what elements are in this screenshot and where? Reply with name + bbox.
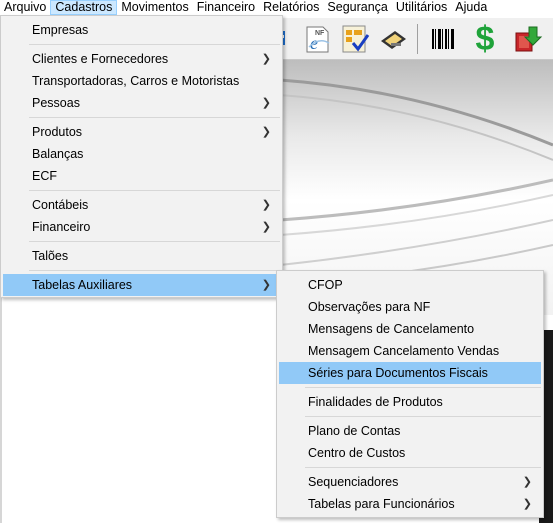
submenu-item-observacoes-nf[interactable]: Observações para NF: [279, 296, 541, 318]
dollar-icon[interactable]: $: [468, 22, 502, 56]
menu-separator: [305, 387, 541, 388]
menubar: Arquivo Cadastros Movimentos Financeiro …: [0, 0, 553, 15]
chevron-right-icon: ❯: [261, 53, 271, 65]
menu-separator: [29, 241, 280, 242]
menu-relatorios[interactable]: Relatórios: [259, 0, 323, 15]
submenu-item-sequenciadores[interactable]: Sequenciadores ❯: [279, 471, 541, 493]
submenu-item-tabelas-funcionarios[interactable]: Tabelas para Funcionários ❯: [279, 493, 541, 515]
menu-separator: [29, 190, 280, 191]
chevron-right-icon: ❯: [261, 279, 271, 291]
menu-item-contabeis[interactable]: Contábeis ❯: [3, 194, 280, 216]
submenu-item-series-documentos-fiscais[interactable]: Séries para Documentos Fiscais: [279, 362, 541, 384]
menu-item-empresas[interactable]: Empresas: [3, 19, 280, 41]
chevron-right-icon: ❯: [522, 498, 532, 510]
exit-icon[interactable]: [510, 22, 544, 56]
checklist-icon[interactable]: [338, 22, 372, 56]
menu-item-taloes[interactable]: Talões: [3, 245, 280, 267]
menu-item-pessoas[interactable]: Pessoas ❯: [3, 92, 280, 114]
chevron-right-icon: ❯: [261, 126, 271, 138]
menu-seguranca[interactable]: Segurança: [323, 0, 391, 15]
menu-arquivo[interactable]: Arquivo: [0, 0, 50, 15]
submenu-item-finalidades-produtos[interactable]: Finalidades de Produtos: [279, 391, 541, 413]
toolbar: NF e $: [275, 18, 553, 60]
chevron-right-icon: ❯: [261, 221, 271, 233]
cadastros-menu: Empresas Clientes e Fornecedores ❯ Transp…: [0, 15, 283, 298]
submenu-item-plano-contas[interactable]: Plano de Contas: [279, 420, 541, 442]
menu-item-clientes-fornecedores[interactable]: Clientes e Fornecedores ❯: [3, 48, 280, 70]
chevron-right-icon: ❯: [522, 476, 532, 488]
menu-separator: [305, 416, 541, 417]
menu-separator: [29, 44, 280, 45]
menu-movimentos[interactable]: Movimentos: [117, 0, 192, 15]
menu-cadastros[interactable]: Cadastros: [50, 0, 118, 15]
menu-item-balancas[interactable]: Balanças: [3, 143, 280, 165]
submenu-item-centro-custos[interactable]: Centro de Custos: [279, 442, 541, 464]
menu-item-ecf[interactable]: ECF: [3, 165, 280, 187]
submenu-item-mensagens-cancelamento[interactable]: Mensagens de Cancelamento: [279, 318, 541, 340]
menu-item-financeiro[interactable]: Financeiro ❯: [3, 216, 280, 238]
barcode-icon[interactable]: [426, 22, 460, 56]
menu-item-tabelas-auxiliares[interactable]: Tabelas Auxiliares ❯: [3, 274, 280, 296]
menu-item-produtos[interactable]: Produtos ❯: [3, 121, 280, 143]
submenu-item-cfop[interactable]: CFOP: [279, 274, 541, 296]
menu-item-transportadoras[interactable]: Transportadoras, Carros e Motoristas: [3, 70, 280, 92]
nfe-icon[interactable]: NF e: [300, 22, 334, 56]
card-machine-icon[interactable]: [376, 22, 410, 56]
chevron-right-icon: ❯: [261, 199, 271, 211]
toolbar-separator: [417, 24, 418, 54]
submenu-item-mensagem-cancelamento-vendas[interactable]: Mensagem Cancelamento Vendas: [279, 340, 541, 362]
chevron-right-icon: ❯: [261, 97, 271, 109]
menu-utilitarios[interactable]: Utilitários: [392, 0, 451, 15]
menu-separator: [305, 467, 541, 468]
tabelas-auxiliares-submenu: CFOP Observações para NF Mensagens de Ca…: [276, 270, 544, 518]
menu-separator: [29, 270, 280, 271]
menu-ajuda[interactable]: Ajuda: [451, 0, 491, 15]
menu-separator: [29, 117, 280, 118]
menu-financeiro[interactable]: Financeiro: [193, 0, 259, 15]
